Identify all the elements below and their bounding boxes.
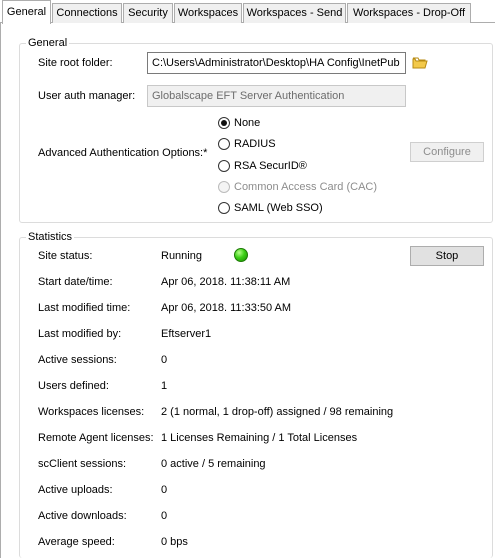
user-auth-field: Globalscape EFT Server Authentication bbox=[147, 85, 406, 107]
stat-label-active-downloads: Active downloads: bbox=[38, 510, 127, 522]
stat-label-average-speed: Average speed: bbox=[38, 536, 115, 548]
radio-radius-label: RADIUS bbox=[234, 138, 276, 150]
folder-browse-icon[interactable] bbox=[412, 56, 428, 70]
stat-label-start-time: Start date/time: bbox=[38, 276, 113, 288]
stat-value-average-speed: 0 bps bbox=[161, 536, 188, 548]
adv-auth-label: Advanced Authentication Options:* bbox=[38, 147, 208, 159]
radio-rsa-label: RSA SecurID® bbox=[234, 160, 307, 172]
tab-connections[interactable]: Connections bbox=[52, 3, 122, 23]
stat-label-workspaces-licenses: Workspaces licenses: bbox=[38, 406, 145, 418]
statistics-group-title: Statistics bbox=[28, 231, 73, 243]
stat-value-remote-agent-licenses: 1 Licenses Remaining / 1 Total Licenses bbox=[161, 432, 358, 444]
tab-workspaces[interactable]: Workspaces bbox=[174, 3, 242, 23]
stat-label-users-defined: Users defined: bbox=[38, 380, 109, 392]
radio-saml-label: SAML (Web SSO) bbox=[234, 202, 323, 214]
stat-value-users-defined: 1 bbox=[161, 380, 168, 392]
stat-label-scclient-sessions: scClient sessions: bbox=[38, 458, 127, 470]
stat-value-last-modified-by: Eftserver1 bbox=[161, 328, 212, 340]
radio-cac-label: Common Access Card (CAC) bbox=[234, 181, 378, 193]
stat-value-site-status: Running bbox=[161, 250, 202, 262]
general-group-title: General bbox=[28, 37, 68, 49]
general-tab-panel: General Site root folder: C:\Users\Admin… bbox=[0, 23, 495, 558]
stat-label-remote-agent-licenses: Remote Agent licenses: bbox=[38, 432, 154, 444]
stop-button[interactable]: Stop bbox=[410, 246, 484, 266]
stat-label-site-status: Site status: bbox=[38, 250, 93, 262]
radio-rsa-indicator bbox=[218, 160, 230, 172]
site-root-label: Site root folder: bbox=[38, 57, 113, 69]
stat-label-last-modified-time: Last modified time: bbox=[38, 302, 131, 314]
configure-button: Configure bbox=[410, 142, 484, 162]
radio-radius-indicator bbox=[218, 138, 230, 150]
tab-workspaces-dropoff[interactable]: Workspaces - Drop-Off bbox=[347, 3, 471, 23]
stat-value-last-modified-time: Apr 06, 2018. 11:33:50 AM bbox=[161, 302, 292, 314]
radio-saml-indicator bbox=[218, 202, 230, 214]
stat-value-active-sessions: 0 bbox=[161, 354, 168, 366]
tab-security[interactable]: Security bbox=[123, 3, 173, 23]
stat-value-active-downloads: 0 bbox=[161, 510, 168, 522]
tab-general[interactable]: General bbox=[2, 0, 51, 24]
user-auth-label: User auth manager: bbox=[38, 90, 136, 102]
stat-label-active-sessions: Active sessions: bbox=[38, 354, 117, 366]
stat-label-last-modified-by: Last modified by: bbox=[38, 328, 122, 340]
stat-value-start-time: Apr 06, 2018. 11:38:11 AM bbox=[161, 276, 291, 288]
radio-cac-indicator bbox=[218, 181, 230, 193]
radio-none-label: None bbox=[234, 117, 261, 129]
radio-none-indicator bbox=[218, 117, 230, 129]
stat-label-active-uploads: Active uploads: bbox=[38, 484, 113, 496]
tab-strip: General Connections Security Workspaces … bbox=[0, 0, 495, 24]
stat-value-workspaces-licenses: 2 (1 normal, 1 drop-off) assigned / 98 r… bbox=[161, 406, 394, 418]
stat-value-active-uploads: 0 bbox=[161, 484, 168, 496]
stat-value-scclient-sessions: 0 active / 5 remaining bbox=[161, 458, 266, 470]
site-root-field[interactable]: C:\Users\Administrator\Desktop\HA Config… bbox=[147, 52, 406, 74]
tab-workspaces-send[interactable]: Workspaces - Send bbox=[243, 3, 346, 23]
site-status-indicator-icon bbox=[234, 248, 248, 262]
